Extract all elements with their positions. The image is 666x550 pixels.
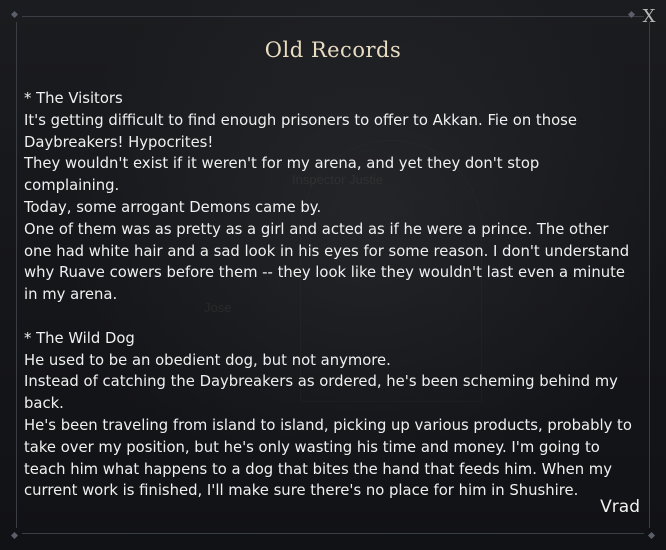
entry-line: He's been traveling from island to islan… bbox=[24, 416, 632, 500]
dialog-title: Old Records bbox=[264, 38, 402, 62]
frame-border-right bbox=[649, 22, 650, 528]
entry-line: He used to be an obedient dog, but not a… bbox=[24, 351, 391, 369]
entry-line: Today, some arrogant Demons came by. bbox=[24, 198, 322, 216]
entry-line: It's getting difficult to find enough pr… bbox=[24, 111, 577, 151]
entry-line: One of them was as pretty as a girl and … bbox=[24, 220, 630, 304]
frame-border-bottom bbox=[22, 533, 644, 534]
frame-corner-ornament bbox=[10, 10, 19, 19]
entry-line: They wouldn't exist if it weren't for my… bbox=[24, 155, 540, 195]
frame-border-left bbox=[16, 22, 17, 528]
entry-heading-wild-dog: * The Wild Dog bbox=[24, 329, 135, 347]
frame-border-top bbox=[22, 16, 644, 17]
old-records-dialog: Inspector Justie Jose X Old Records * Th… bbox=[0, 0, 666, 550]
entry-heading-visitors: * The Visitors bbox=[24, 90, 123, 107]
close-button[interactable]: X bbox=[638, 6, 660, 28]
entry-line: Instead of catching the Daybreakers as o… bbox=[24, 373, 618, 413]
record-text-body: * The Visitors It's getting difficult to… bbox=[24, 88, 634, 502]
frame-corner-ornament bbox=[10, 531, 19, 540]
signature: Vrad bbox=[600, 497, 640, 517]
frame-corner-ornament bbox=[647, 531, 656, 540]
